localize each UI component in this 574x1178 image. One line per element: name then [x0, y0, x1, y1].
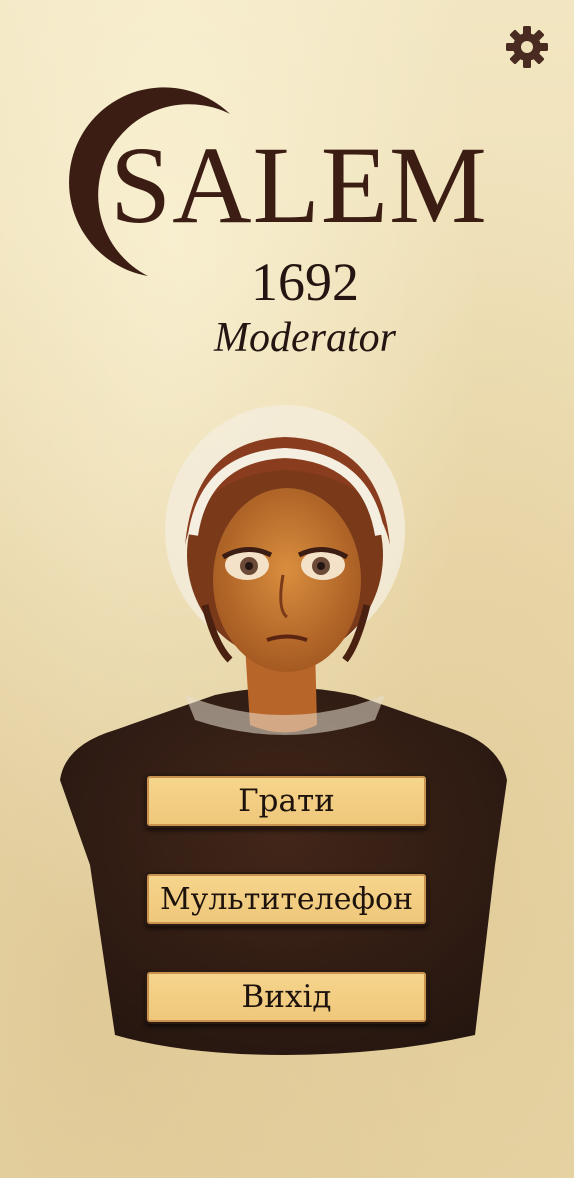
gear-icon: [506, 26, 548, 68]
game-subtitle: Moderator: [214, 315, 396, 361]
exit-button[interactable]: Вихід: [145, 970, 428, 1024]
settings-button[interactable]: [504, 24, 550, 70]
game-title: SALEM: [110, 124, 488, 246]
multiphone-button[interactable]: Мультителефон: [145, 872, 428, 926]
game-year: 1692: [251, 252, 359, 312]
play-button[interactable]: Грати: [145, 774, 428, 828]
